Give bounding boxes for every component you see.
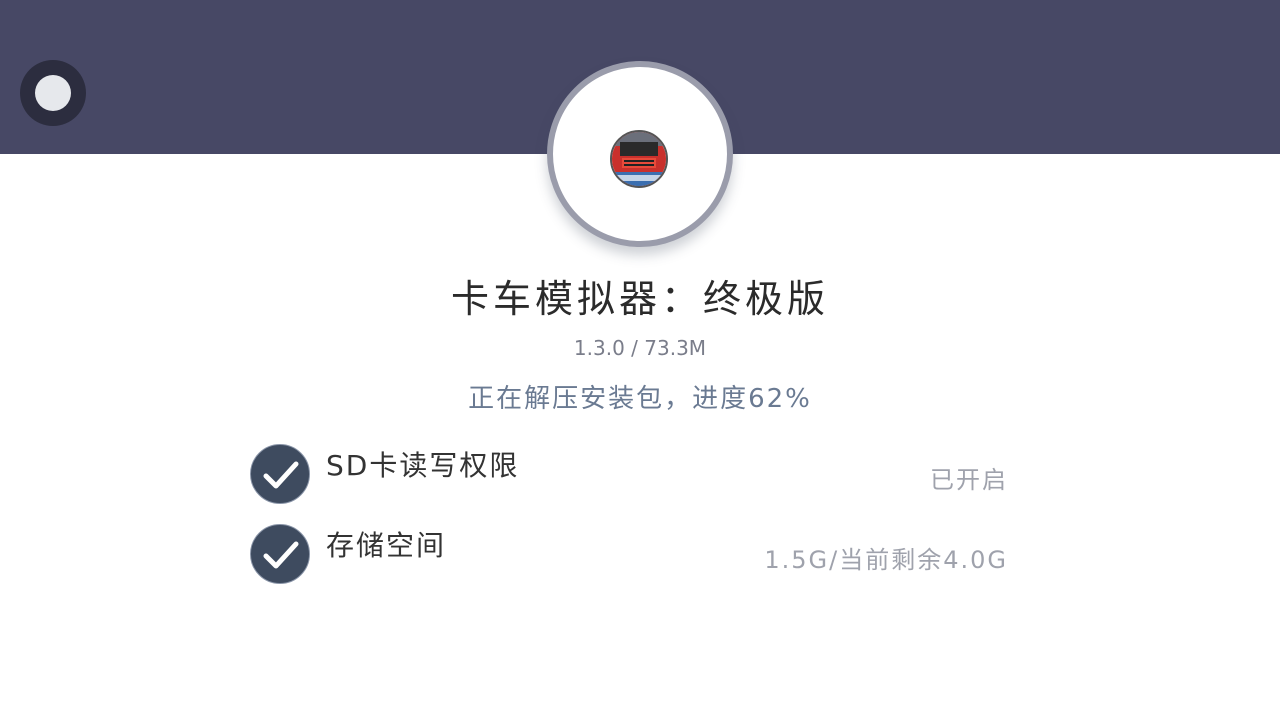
- app-version-size: 1.3.0 / 73.3M: [573, 336, 707, 360]
- install-status: 正在解压安装包，进度62%: [468, 384, 812, 414]
- permission-status: 已开启: [930, 466, 1008, 494]
- app-title: 卡车模拟器：终极版: [450, 277, 829, 321]
- permission-row-storage: 存储空间 1.5G/当前剩余4.0G: [250, 524, 1010, 586]
- checkmark-icon: [250, 444, 310, 504]
- back-circle-icon: [35, 75, 71, 111]
- permission-label: 存储空间: [326, 529, 447, 562]
- truck-app-icon: [610, 130, 668, 188]
- permission-label: SD卡读写权限: [326, 449, 520, 482]
- permission-status: 1.5G/当前剩余4.0G: [764, 546, 1008, 574]
- back-button[interactable]: [20, 60, 86, 126]
- checkmark-icon: [250, 524, 310, 584]
- permission-row-sdcard: SD卡读写权限 已开启: [250, 444, 1010, 506]
